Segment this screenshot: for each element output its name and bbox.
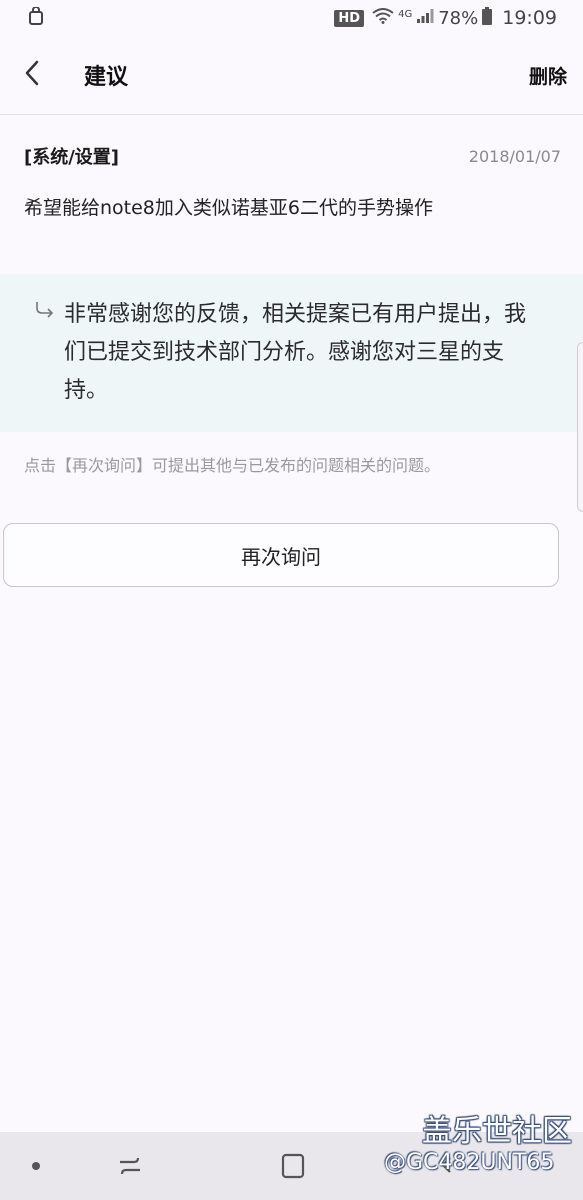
question-meta: [系统/设置] 2018/01/07	[24, 128, 561, 184]
watermark-id: @GC482UNT65	[384, 1150, 555, 1175]
question-date: 2018/01/07	[468, 146, 561, 166]
nav-dot-icon[interactable]	[32, 1162, 40, 1170]
watermark-brand: 盖乐世社区	[422, 1114, 572, 1149]
question-text: 希望能给note8加入类似诺基亚6二代的手势操作	[24, 197, 433, 219]
signal-icon	[416, 8, 434, 29]
back-button[interactable]	[24, 55, 60, 95]
ask-again-button[interactable]: 再次询问	[3, 523, 559, 587]
status-left	[28, 5, 44, 30]
answer-block: 非常感谢您的反馈，相关提案已有用户提出，我们已提交到技术部门分析。感谢您对三星的…	[0, 274, 583, 432]
wifi-icon	[372, 7, 394, 29]
home-icon[interactable]	[281, 1153, 305, 1179]
app-header: 建议 删除	[0, 36, 583, 114]
status-bar: HD 4G 78% 19:09	[0, 0, 583, 36]
hint-text: 点击【再次询问】可提出其他与已发布的问题相关的问题。	[24, 456, 441, 475]
page-title: 建议	[84, 65, 129, 90]
battery-icon	[482, 6, 493, 30]
question-block: [系统/设置] 2018/01/07 希望能给note8加入类似诺基亚6二代的手…	[0, 128, 583, 228]
recent-apps-icon[interactable]	[116, 1152, 144, 1180]
header-divider	[0, 114, 583, 115]
status-right: HD 4G 78% 19:09	[334, 6, 557, 30]
question-category: [系统/设置]	[24, 147, 120, 168]
delete-button[interactable]: 删除	[529, 62, 567, 89]
reply-arrow-icon	[34, 300, 58, 432]
hd-badge: HD	[334, 9, 365, 27]
battery-percent: 78%	[438, 7, 479, 29]
answer-text: 非常感谢您的反馈，相关提案已有用户提出，我们已提交到技术部门分析。感谢您对三星的…	[64, 302, 527, 403]
back-chevron-icon	[24, 60, 40, 90]
shopping-bag-icon	[28, 5, 44, 30]
network-type: 4G	[398, 8, 413, 20]
clock: 19:09	[502, 7, 557, 29]
edge-panel-handle[interactable]	[577, 342, 583, 512]
